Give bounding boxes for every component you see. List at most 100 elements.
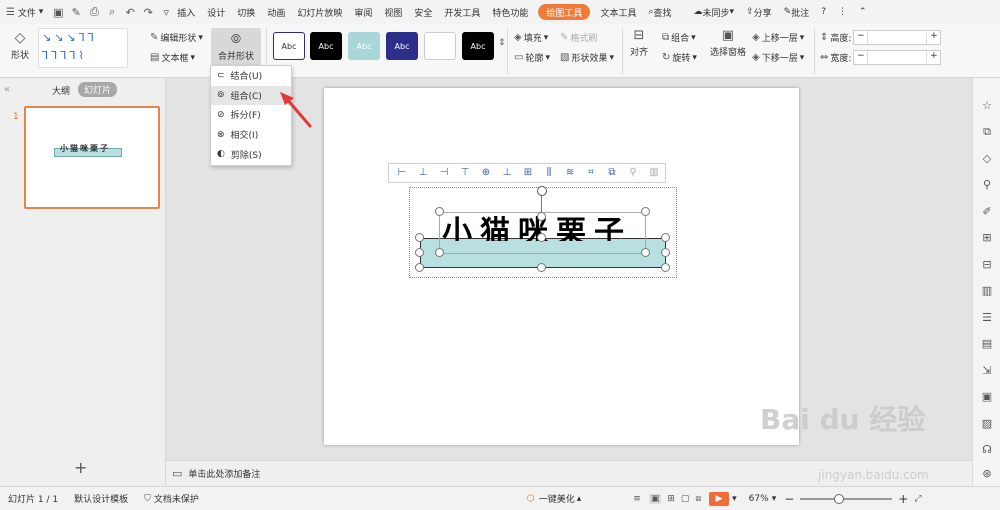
resize-handle[interactable]	[661, 233, 670, 242]
style-box-3[interactable]: Abc	[348, 32, 380, 60]
menu-item-subtract[interactable]: ◐ 剪除(S)	[211, 144, 291, 164]
shape-button[interactable]: ◇ 形状	[6, 30, 34, 61]
collapse-panel-icon[interactable]: «	[4, 84, 10, 95]
more-options-icon[interactable]: ▥	[645, 165, 663, 181]
resize-handle[interactable]	[537, 263, 546, 272]
beautify-button[interactable]: 一键美化	[539, 492, 575, 505]
tab-slides[interactable]: 幻灯片	[78, 82, 118, 97]
resize-handle[interactable]	[415, 248, 424, 257]
tab-review[interactable]: 审阅	[348, 0, 378, 24]
play-button[interactable]: ▶	[709, 491, 730, 506]
distribute-vertical-icon[interactable]: ≋	[561, 165, 579, 181]
tab-slideshow[interactable]: 幻灯片放映	[291, 0, 348, 24]
pin-icon[interactable]: ⚲	[624, 165, 642, 181]
print-preview-icon[interactable]: ⌕	[103, 0, 121, 24]
grid-icon[interactable]: ⊟	[979, 257, 995, 273]
align-button[interactable]: ⊟ 对齐	[630, 28, 648, 58]
tab-insert[interactable]: 插入	[175, 0, 201, 24]
tab-security[interactable]: 安全	[408, 0, 438, 24]
text-box-button[interactable]: ▤ 文本框 ▾	[150, 51, 195, 64]
hamburger-menu[interactable]: ☰ 文件 ▾	[0, 0, 49, 24]
rotate-button[interactable]: ↻ 旋转 ▾	[662, 51, 697, 64]
box-icon[interactable]: ▣	[979, 389, 995, 405]
align-top-icon[interactable]: ⊤	[456, 165, 474, 181]
style-box-4[interactable]: Abc	[386, 32, 418, 60]
group-button[interactable]: ⧉ 组合 ▾	[662, 31, 696, 44]
layout-icon[interactable]: ▤	[979, 336, 995, 352]
edit-shape-button[interactable]: ✎ 编辑形状 ▾	[150, 31, 203, 44]
zoom-level[interactable]: 67%	[749, 494, 769, 504]
redo-icon[interactable]: ↷	[139, 0, 157, 24]
width-field[interactable]: − +	[853, 50, 942, 65]
settings-sliders-icon[interactable]: ☰	[979, 310, 995, 326]
group-objects-icon[interactable]: ⧉	[603, 165, 621, 181]
sync-button[interactable]: ☁ 未同步 ▾	[688, 0, 741, 24]
zoom-slider[interactable]	[800, 493, 893, 504]
tab-developer[interactable]: 开发工具	[438, 0, 486, 24]
location-icon[interactable]: ⚲	[979, 177, 995, 193]
doc-protect-label[interactable]: 文档未保护	[154, 492, 199, 505]
chevron-up-icon[interactable]: ▴	[577, 494, 582, 504]
save-icon[interactable]: ▣	[49, 0, 67, 24]
height-field[interactable]: − +	[853, 30, 942, 45]
support-icon[interactable]: ☊	[979, 442, 995, 458]
shape-gallery[interactable]: ↘↘↘⅂⅂ ⅂⅂⅂⅂⌇	[38, 28, 128, 68]
shapes-icon[interactable]: ◇	[979, 151, 995, 167]
tab-design[interactable]: 设计	[201, 0, 231, 24]
resize-handle[interactable]	[661, 248, 670, 257]
more-icon[interactable]: ⋮	[832, 0, 853, 24]
collapse-ribbon-icon[interactable]: ⌃	[853, 0, 873, 24]
tab-transition[interactable]: 切换	[231, 0, 261, 24]
resize-handle[interactable]	[537, 233, 546, 242]
shape-effect-button[interactable]: ▧ 形状效果 ▾	[560, 51, 614, 64]
customize-chevron-icon[interactable]: ▿	[157, 0, 175, 24]
help-button[interactable]: ?	[815, 0, 832, 24]
tab-features[interactable]: 特色功能	[486, 0, 534, 24]
distribute-grid-icon[interactable]: ⊞	[519, 165, 537, 181]
format-painter-icon[interactable]: ✎	[67, 0, 85, 24]
style-gallery-more-icon[interactable]: ⇕	[498, 38, 506, 48]
brush-icon[interactable]: ✐	[979, 204, 995, 220]
align-left-icon[interactable]: ⊢	[393, 165, 411, 181]
tab-outline[interactable]: 大纲	[52, 84, 70, 97]
width-plus[interactable]: +	[926, 51, 940, 64]
zoom-chevron-icon[interactable]: ▾	[772, 494, 777, 504]
comment-button[interactable]: ✎ 批注	[778, 0, 816, 24]
resize-handle[interactable]	[435, 248, 444, 257]
table-icon[interactable]: ⊞	[979, 230, 995, 246]
tab-animation[interactable]: 动画	[261, 0, 291, 24]
slide-thumbnail[interactable]: 小猫咪栗子	[24, 106, 160, 209]
align-middle-icon[interactable]: ⊕	[477, 165, 495, 181]
height-minus[interactable]: −	[854, 31, 869, 44]
rotate-handle[interactable]	[537, 186, 547, 196]
crop-icon[interactable]: ⌗	[582, 165, 600, 181]
template-name[interactable]: 默认设计模板	[74, 492, 128, 505]
image-icon[interactable]: ▨	[979, 416, 995, 432]
bring-forward-button[interactable]: ◈ 上移一层 ▾	[752, 31, 804, 44]
align-bottom-icon[interactable]: ⊥	[498, 165, 516, 181]
presenter-view-icon[interactable]: ⧈	[695, 494, 701, 504]
normal-view-icon[interactable]: ▣	[648, 493, 662, 504]
align-right-icon[interactable]: ⊣	[435, 165, 453, 181]
add-slide-button[interactable]: +	[74, 458, 87, 477]
format-painter-button[interactable]: ✎ 格式刷	[560, 31, 597, 44]
style-box-6[interactable]: Abc	[462, 32, 494, 60]
play-chevron-icon[interactable]: ▾	[732, 494, 737, 504]
rotate-handle-inner[interactable]	[537, 212, 546, 221]
resize-handle[interactable]	[661, 263, 670, 272]
merge-shape-button[interactable]: ⦾ 合并形状	[211, 28, 261, 66]
distribute-horizontal-icon[interactable]: ⫼	[540, 165, 558, 181]
export-icon[interactable]: ⇲	[979, 363, 995, 379]
style-box-5[interactable]	[424, 32, 456, 60]
reading-view-icon[interactable]: ▢	[681, 494, 690, 504]
share-button[interactable]: ⇪ 分享	[740, 0, 778, 24]
compass-icon[interactable]: ⊛	[979, 466, 995, 482]
fill-button[interactable]: ◈ 填充 ▾	[514, 31, 548, 44]
fit-window-icon[interactable]: ⤢	[914, 494, 921, 504]
align-center-icon[interactable]: ⊥	[414, 165, 432, 181]
tab-view[interactable]: 视图	[378, 0, 408, 24]
sorter-view-icon[interactable]: ⊞	[667, 494, 675, 504]
style-box-2[interactable]: Abc	[310, 32, 342, 60]
resize-handle[interactable]	[435, 207, 444, 216]
width-minus[interactable]: −	[854, 51, 869, 64]
